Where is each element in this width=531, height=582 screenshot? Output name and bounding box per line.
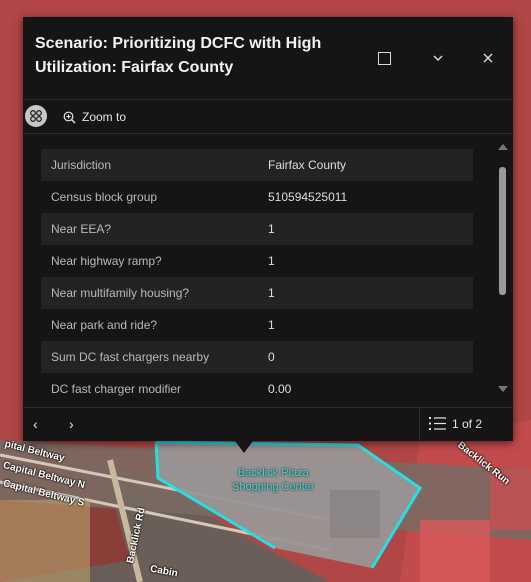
attribute-value: 510594525011 — [268, 190, 348, 204]
feature-pager-count: 1 of 2 — [452, 416, 483, 431]
scroll-down-arrow-icon[interactable] — [498, 386, 508, 392]
attribute-value: 1 — [268, 318, 275, 332]
attribute-row: Sum DC fast chargers nearby 0 — [41, 341, 473, 373]
feature-list-button[interactable]: 1 of 2 — [429, 416, 482, 431]
attribute-key: Census block group — [51, 190, 158, 204]
attribute-key: Sum DC fast chargers nearby — [41, 341, 258, 373]
dock-icon[interactable] — [373, 47, 395, 69]
attribute-value: 0.00 — [268, 382, 292, 396]
popup-footer: ‹ › 1 of 2 — [23, 407, 513, 441]
chevron-down-icon[interactable] — [427, 47, 449, 69]
attribute-key: Near highway ramp? — [51, 254, 162, 268]
attribute-value: 0 — [258, 341, 473, 373]
popup-pointer — [235, 441, 253, 453]
popup-header: Scenario: Prioritizing DCFC with High Ut… — [23, 17, 513, 99]
popup-title: Scenario: Prioritizing DCFC with High Ut… — [35, 35, 322, 76]
attribute-table: Jurisdiction Fairfax County Census block… — [41, 149, 473, 405]
poi-label-line1: Backlick Plaza — [237, 467, 309, 479]
footer-divider — [419, 408, 420, 441]
zoom-to-button[interactable]: Zoom to — [63, 107, 126, 127]
attribute-row: Near highway ramp? 1 — [41, 245, 473, 277]
attribute-value: 1 — [268, 254, 275, 268]
attribute-row: Census block group 510594525011 — [41, 181, 473, 213]
content-scrollbar[interactable] — [495, 134, 509, 405]
attribute-value: 1 — [258, 277, 473, 309]
actions-menu-icon[interactable] — [25, 105, 47, 127]
zoom-to-label: Zoom to — [82, 110, 127, 124]
attribute-row: Near multifamily housing? 1 — [41, 277, 473, 309]
attribute-row: Near park and ride? 1 — [41, 309, 473, 341]
next-feature-button[interactable]: › — [69, 416, 74, 432]
poi-label-line2: Shopping Center — [232, 481, 315, 493]
attribute-key: Near park and ride? — [51, 318, 158, 332]
scroll-up-arrow-icon[interactable] — [498, 144, 508, 150]
poi-label-backlick-plaza: Backlick Plaza Shopping Center — [232, 466, 315, 494]
attribute-row: DC fast charger modifier 0.00 — [41, 373, 473, 405]
attribute-key: Jurisdiction — [41, 149, 258, 181]
attribute-value: 1 — [258, 213, 473, 245]
zoom-in-icon — [63, 111, 76, 124]
list-icon — [429, 416, 446, 431]
attribute-value: Fairfax County — [258, 149, 473, 181]
close-icon[interactable] — [477, 47, 499, 69]
attribute-key: DC fast charger modifier — [51, 382, 182, 396]
attribute-key: Near multifamily housing? — [41, 277, 258, 309]
attribute-row: Near EEA? 1 — [41, 213, 473, 245]
attribute-key: Near EEA? — [41, 213, 258, 245]
attribute-row: Jurisdiction Fairfax County — [41, 149, 473, 181]
feature-popup: Scenario: Prioritizing DCFC with High Ut… — [23, 17, 513, 441]
popup-action-bar: Zoom to — [23, 99, 513, 134]
scroll-thumb[interactable] — [499, 167, 506, 295]
previous-feature-button[interactable]: ‹ — [33, 416, 38, 432]
popup-content: Jurisdiction Fairfax County Census block… — [23, 134, 513, 407]
